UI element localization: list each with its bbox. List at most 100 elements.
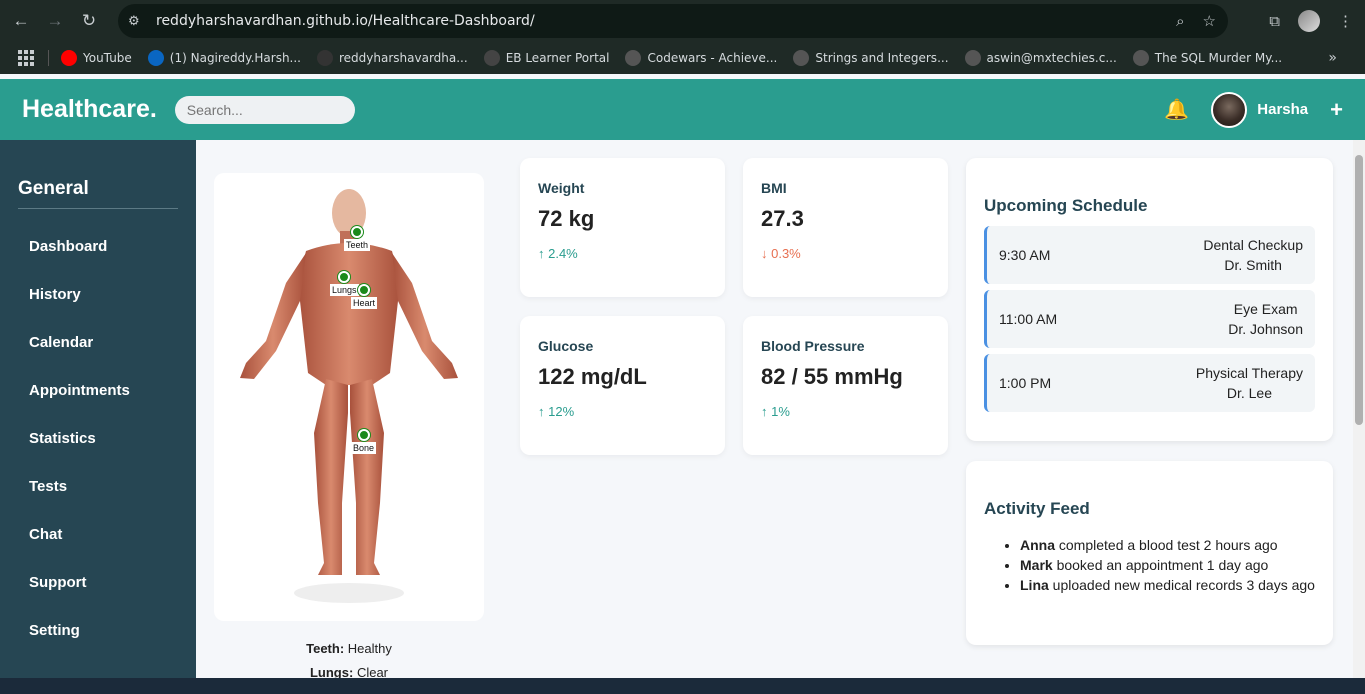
globe-icon — [1132, 50, 1149, 66]
bone-dot[interactable] — [357, 429, 370, 441]
back-icon[interactable]: ← — [8, 8, 34, 34]
bookmark-item[interactable]: (1) Nagireddy.Harsh... — [147, 50, 301, 66]
sidebar-item-tests[interactable]: Tests — [0, 462, 196, 510]
anatomy-card: Teeth Lungs Heart Bone — [214, 173, 484, 621]
bookmark-item[interactable]: reddyharshavardha... — [317, 50, 468, 66]
activity-text: booked an appointment 1 day ago — [1052, 557, 1269, 573]
bookmark-label: YouTube — [83, 51, 132, 65]
heart-label: Heart — [351, 297, 378, 309]
metric-title: Glucose — [538, 338, 594, 354]
bell-icon[interactable]: 🔔 — [1164, 97, 1189, 122]
metric-card-bmi: BMI 27.3 ↓ 0.3% — [743, 158, 948, 297]
schedule-item[interactable]: 11:00 AM Eye Exam Dr. Johnson — [984, 290, 1315, 348]
plus-icon[interactable]: + — [1330, 97, 1343, 123]
bookmark-item[interactable]: aswin@mxtechies.c... — [964, 50, 1117, 66]
activity-user: Lina — [1020, 577, 1049, 593]
menu-icon[interactable]: ⋮ — [1338, 12, 1353, 30]
sidebar-title: General — [18, 178, 178, 209]
extensions-icon[interactable]: ⧉ — [1269, 13, 1280, 30]
teeth-dot[interactable] — [351, 226, 364, 238]
metric-card-blood-pressure: Blood Pressure 82 / 55 mmHg ↑ 1% — [743, 316, 948, 455]
globe-icon — [793, 50, 810, 66]
sidebar-item-history[interactable]: History — [0, 270, 196, 318]
app-header: Healthcare. 🔔 Harsha + — [0, 79, 1365, 140]
bookmark-item[interactable]: The SQL Murder My... — [1132, 50, 1283, 66]
more-bookmarks-icon[interactable]: » — [1328, 50, 1337, 66]
metric-value: 82 / 55 mmHg — [761, 364, 903, 389]
schedule-item[interactable]: 9:30 AM Dental Checkup Dr. Smith — [984, 226, 1315, 284]
activity-user: Mark — [1020, 557, 1053, 573]
status-organ: Teeth: — [306, 641, 345, 656]
reload-icon[interactable]: ↻ — [76, 8, 102, 34]
search-input[interactable] — [174, 95, 355, 124]
sidebar-item-chat[interactable]: Chat — [0, 510, 196, 558]
schedule-time: 1:00 PM — [999, 375, 1052, 391]
metric-value: 27.3 — [761, 206, 804, 231]
metric-title: Weight — [538, 180, 585, 196]
activity-text: completed a blood test 2 hours ago — [1055, 537, 1278, 553]
sidebar-item-setting[interactable]: Setting — [0, 606, 196, 654]
metric-value: 72 kg — [538, 206, 595, 231]
profile-icon[interactable] — [1298, 10, 1320, 32]
zoom-icon[interactable]: ⌕ — [1176, 13, 1184, 30]
sidebar: General Dashboard History Calendar Appoi… — [0, 140, 196, 678]
schedule-event: Dental Checkup — [1203, 237, 1303, 253]
url-text[interactable]: reddyharshavardhan.github.io/Healthcare-… — [156, 13, 535, 29]
organ-marker-bone[interactable]: Bone — [351, 429, 377, 454]
site-info-icon[interactable]: ⚙ — [128, 13, 148, 29]
bookmark-item[interactable]: YouTube — [61, 50, 132, 66]
bookmark-item[interactable]: EB Learner Portal — [483, 50, 610, 66]
sidebar-item-calendar[interactable]: Calendar — [0, 318, 196, 366]
user-name[interactable]: Harsha — [1257, 101, 1308, 118]
linkedin-icon — [147, 50, 164, 66]
sidebar-item-statistics[interactable]: Statistics — [0, 414, 196, 462]
bone-label: Bone — [351, 442, 377, 454]
organ-marker-teeth[interactable]: Teeth — [344, 226, 371, 251]
sidebar-item-dashboard[interactable]: Dashboard — [0, 222, 196, 270]
lungs-dot[interactable] — [338, 271, 351, 283]
activity-user: Anna — [1020, 537, 1055, 553]
list-item: Mark booked an appointment 1 day ago — [1020, 555, 1315, 575]
schedule-doctor: Dr. Smith — [1224, 257, 1282, 273]
bookmark-label: The SQL Murder My... — [1154, 51, 1283, 65]
metric-change: ↑ 1% — [761, 404, 790, 419]
schedule-time: 11:00 AM — [999, 311, 1058, 327]
sidebar-item-appointments[interactable]: Appointments — [0, 366, 196, 414]
bookmark-label: EB Learner Portal — [505, 51, 610, 65]
schedule-event: Physical Therapy — [1195, 365, 1303, 381]
metric-change: ↓ 0.3% — [761, 246, 801, 261]
sidebar-item-support[interactable]: Support — [0, 558, 196, 606]
scrollbar[interactable] — [1353, 140, 1365, 678]
avatar[interactable] — [1211, 91, 1248, 128]
metric-change: ↑ 2.4% — [538, 246, 578, 261]
scroll-thumb[interactable] — [1355, 155, 1363, 425]
schedule-time: 9:30 AM — [999, 247, 1051, 263]
globe-icon — [964, 50, 981, 66]
organ-status-teeth: Teeth: Healthy — [214, 641, 484, 656]
bookmark-item[interactable]: Codewars - Achieve... — [625, 50, 777, 66]
address-bar[interactable]: ⚙ reddyharshavardhan.github.io/Healthcar… — [118, 4, 1228, 38]
metric-title: Blood Pressure — [761, 338, 865, 354]
organ-marker-heart[interactable]: Heart — [351, 284, 378, 309]
status-state: Healthy — [347, 641, 392, 656]
schedule-doctor: Dr. Johnson — [1228, 321, 1303, 337]
schedule-panel: Upcoming Schedule 9:30 AM Dental Checkup… — [966, 158, 1333, 441]
bookmark-item[interactable]: Strings and Integers... — [793, 50, 949, 66]
apps-icon[interactable] — [18, 50, 34, 66]
github-icon — [317, 50, 333, 66]
bookmark-label: reddyharshavardha... — [339, 51, 468, 65]
heart-dot[interactable] — [358, 284, 370, 296]
forward-icon[interactable]: → — [42, 8, 68, 34]
metric-card-glucose: Glucose 122 mg/dL ↑ 12% — [520, 316, 725, 455]
metric-change: ↑ 12% — [538, 404, 575, 419]
metric-value: 122 mg/dL — [538, 364, 647, 389]
bookmark-label: Codewars - Achieve... — [647, 51, 778, 65]
browser-toolbar: ← → ↻ ⚙ reddyharshavardhan.github.io/Hea… — [0, 0, 1365, 42]
activity-text: uploaded new medical records 3 days ago — [1048, 577, 1315, 593]
schedule-doctor: Dr. Lee — [1226, 385, 1272, 401]
schedule-item[interactable]: 1:00 PM Physical Therapy Dr. Lee — [984, 354, 1315, 412]
bookmarks-bar: YouTube (1) Nagireddy.Harsh... reddyharsha… — [0, 42, 1365, 74]
bookmark-star-icon[interactable]: ☆ — [1203, 12, 1216, 30]
app-logo[interactable]: Healthcare. — [22, 95, 157, 124]
schedule-title: Upcoming Schedule — [984, 196, 1148, 215]
